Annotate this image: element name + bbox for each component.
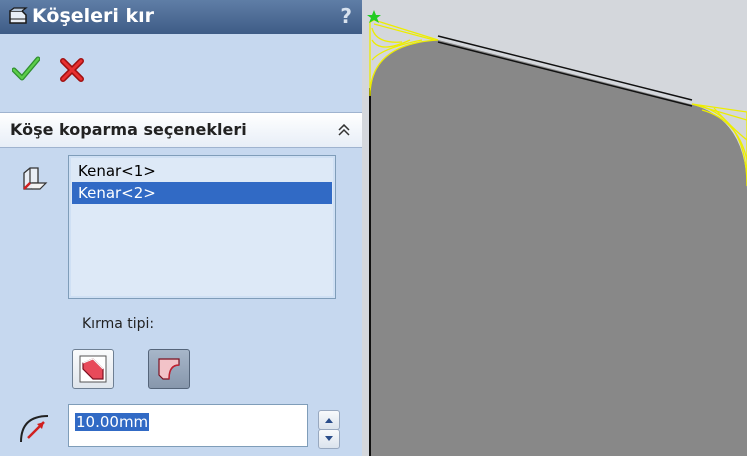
title-bar: Köşeleri kır ? xyxy=(0,0,362,34)
part-preview xyxy=(367,10,747,456)
distance-input[interactable]: 10.00mm xyxy=(68,404,308,447)
fillet-icon xyxy=(158,358,180,380)
ok-button[interactable] xyxy=(12,56,40,82)
break-type-label: Kırma tipi: xyxy=(82,316,155,332)
section-header[interactable]: Köşe koparma seçenekleri xyxy=(0,112,362,148)
fillet-button[interactable] xyxy=(148,349,190,389)
edge-select-icon xyxy=(23,167,48,190)
radius-icon xyxy=(20,415,49,443)
panel-title: Köşeleri kır xyxy=(32,5,155,27)
arrow-down-icon xyxy=(325,436,333,441)
spin-up-button[interactable] xyxy=(318,410,340,430)
help-button[interactable]: ? xyxy=(340,4,352,28)
list-item[interactable]: Kenar<1> xyxy=(72,160,332,182)
list-item[interactable]: Kenar<2> xyxy=(72,182,332,204)
double-chevron-up-icon[interactable] xyxy=(338,124,350,136)
distance-value: 10.00mm xyxy=(75,413,150,431)
graphics-viewport[interactable] xyxy=(362,0,747,456)
sheet-metal-icon xyxy=(9,7,28,24)
chamfer-button[interactable] xyxy=(72,349,114,389)
chamfer-icon xyxy=(79,355,107,383)
spin-down-button[interactable] xyxy=(318,429,340,449)
section-title: Köşe koparma seçenekleri xyxy=(10,120,247,139)
property-manager-panel: Köşeleri kır ? Köşe koparma seçenekleri … xyxy=(0,0,362,456)
cancel-button[interactable] xyxy=(60,58,84,82)
part-face xyxy=(370,40,747,456)
edges-list[interactable]: Kenar<1> Kenar<2> xyxy=(68,155,336,299)
arrow-up-icon xyxy=(325,418,333,423)
